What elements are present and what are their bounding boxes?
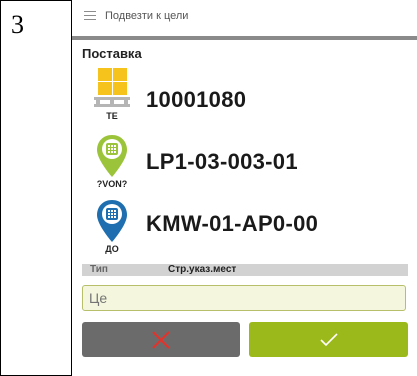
header-title: Подвезти к цели [105, 10, 189, 22]
pallet-icon [92, 66, 132, 113]
row-caption-do: ДО [105, 244, 119, 254]
row-caption-von: ?VON? [96, 179, 128, 189]
type-value: Стр.указ.мест [168, 264, 237, 275]
row-value-te: 10001080 [146, 87, 247, 112]
type-label: Тип [90, 264, 108, 275]
row-value-von: LP1-03-003-01 [146, 149, 298, 174]
app-header: Подвезти к цели [72, 0, 417, 36]
type-table-header: Тип Стр.указ.мест [82, 264, 408, 276]
hamburger-menu-icon[interactable] [84, 11, 96, 21]
app-screen: Подвезти к цели Поставка ТЕ 10001080 ?VO… [72, 0, 417, 376]
destination-pin-icon [95, 199, 135, 248]
cancel-button[interactable] [82, 322, 240, 357]
row-value-do: KMW-01-AP0-00 [146, 211, 319, 236]
confirm-button[interactable] [249, 322, 408, 357]
header-divider [72, 36, 417, 40]
source-pin-icon [95, 134, 135, 183]
row-caption-te: ТЕ [106, 111, 118, 121]
close-x-icon [152, 330, 170, 349]
scan-input[interactable] [82, 285, 406, 311]
checkmark-icon [319, 332, 338, 346]
section-title: Поставка [82, 46, 142, 61]
step-number: 3 [11, 10, 24, 39]
